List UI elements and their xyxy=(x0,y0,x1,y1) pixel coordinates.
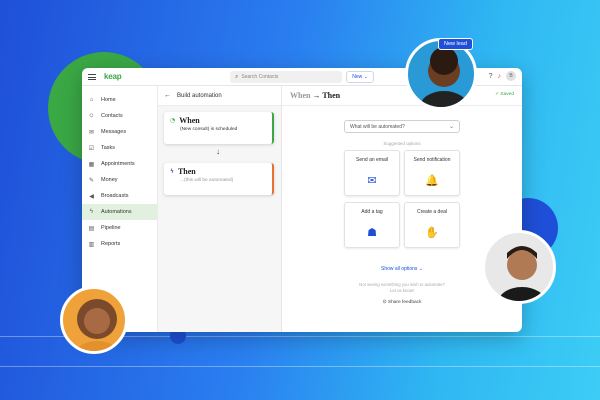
not-seeing-text: Not seeing something you wish to automat… xyxy=(344,282,460,294)
top-icons: ? ♪ B xyxy=(489,71,516,81)
option-label: Send notification xyxy=(413,157,451,163)
search-placeholder: Search Contacts xyxy=(241,74,279,80)
sidebar-item-contacts[interactable]: ☺ Contacts xyxy=(82,108,157,124)
option-add-tag[interactable]: Add a tag ☗ xyxy=(344,202,400,248)
option-send-notification[interactable]: Send notification 🔔 xyxy=(404,150,460,196)
main-header: When → Then ✓ Saved xyxy=(282,86,522,106)
sidebar-item-label: Money xyxy=(101,177,118,183)
background-line-bottom xyxy=(0,366,600,367)
sidebar-item-pipeline[interactable]: ▤ Pipeline xyxy=(82,220,157,236)
when-step-card[interactable]: ◔ When (New consult) is scheduled xyxy=(164,112,274,144)
automation-icon: ϟ xyxy=(89,209,94,215)
sidebar-item-money[interactable]: ✎ Money xyxy=(82,172,157,188)
search-input[interactable]: ⌕ Search Contacts xyxy=(230,71,342,83)
money-icon: ✎ xyxy=(88,177,95,184)
search-icon: ⌕ xyxy=(235,73,239,80)
notification-icon[interactable]: ♪ xyxy=(498,73,502,80)
option-create-deal[interactable]: Create a deal ✋ xyxy=(404,202,460,248)
new-lead-badge: New lead xyxy=(438,38,473,50)
contacts-icon: ☺ xyxy=(88,113,95,119)
main-title-when: When xyxy=(290,91,311,100)
clock-icon: ◔ xyxy=(170,117,176,124)
pipeline-icon: ▤ xyxy=(88,225,95,232)
app-window: keap ⌕ Search Contacts New ⌄ ? ♪ B ⌂ Home… xyxy=(82,68,522,332)
share-feedback-link[interactable]: ⊙ Share feedback xyxy=(344,300,460,305)
new-button[interactable]: New ⌄ xyxy=(346,71,374,83)
sidebar-item-reports[interactable]: ▥ Reports xyxy=(82,236,157,252)
chevron-down-icon: ⌄ xyxy=(448,124,454,130)
not-seeing-line2: Let us know! xyxy=(389,288,415,293)
sidebar-item-label: Appointments xyxy=(101,161,135,167)
build-title: Build automation xyxy=(177,92,222,99)
email-icon: ✉ xyxy=(367,175,377,187)
user-avatar[interactable]: B xyxy=(506,71,516,81)
automation-select[interactable]: What will be automated? ⌄ xyxy=(344,120,460,133)
option-label: Create a deal xyxy=(416,209,448,215)
main-title-arrow: → xyxy=(312,91,321,100)
sidebar-item-label: Home xyxy=(101,97,116,103)
option-label: Send an email xyxy=(356,157,388,163)
saved-label: Saved xyxy=(500,92,514,97)
main-title: When → Then xyxy=(290,91,340,100)
handshake-icon: ✋ xyxy=(425,227,439,239)
sidebar-item-label: Automations xyxy=(101,209,132,215)
option-label: Add a tag xyxy=(361,209,383,215)
then-subtitle: ...(this will be automated) xyxy=(180,178,234,183)
sidebar-item-label: Contacts xyxy=(101,113,123,119)
feedback-label: Share feedback xyxy=(387,300,422,305)
main-panel: When → Then ✓ Saved What will be automat… xyxy=(282,86,522,332)
saved-status: ✓ Saved xyxy=(495,92,514,97)
then-step-card[interactable]: ϟ Then ...(this will be automated) xyxy=(164,163,274,195)
when-subtitle: (New consult) is scheduled xyxy=(180,127,238,132)
sidebar-item-label: Tasks xyxy=(101,145,116,151)
messages-icon: ✉ xyxy=(88,129,95,136)
man-avatar-photo xyxy=(482,230,556,304)
sidebar-item-broadcasts[interactable]: ◀ Broadcasts xyxy=(82,188,157,204)
reports-icon: ▥ xyxy=(88,241,95,248)
woman-avatar-photo xyxy=(60,286,128,354)
option-send-email[interactable]: Send an email ✉ xyxy=(344,150,400,196)
arrow-down-icon: ↓ xyxy=(216,147,220,156)
tag-icon: ☗ xyxy=(367,227,377,239)
sidebar-item-label: Messages xyxy=(101,129,127,135)
sidebar-item-label: Pipeline xyxy=(101,225,121,231)
sidebar-item-appointments[interactable]: ▦ Appointments xyxy=(82,156,157,172)
sidebar-item-automations[interactable]: ϟ Automations xyxy=(82,204,157,220)
bell-icon: 🔔 xyxy=(425,175,439,187)
automation-select-placeholder: What will be automated? xyxy=(350,123,405,130)
calendar-icon: ▦ xyxy=(88,161,95,168)
lightning-icon: ϟ xyxy=(170,168,174,175)
main-title-then: Then xyxy=(322,91,341,100)
build-panel: ← Build automation ◔ When (New consult) i… xyxy=(158,86,282,332)
sidebar-item-label: Broadcasts xyxy=(101,193,129,199)
back-arrow-icon[interactable]: ← xyxy=(164,92,171,99)
build-header: ← Build automation xyxy=(158,86,281,106)
suggested-label: Suggested options xyxy=(383,141,421,146)
then-title: Then xyxy=(177,167,196,176)
home-icon: ⌂ xyxy=(89,97,94,103)
app-logo[interactable]: keap xyxy=(104,72,122,81)
broadcast-icon: ◀ xyxy=(89,193,94,200)
help-icon[interactable]: ? xyxy=(489,73,493,80)
when-title: When xyxy=(179,116,200,125)
sidebar-item-tasks[interactable]: ☑ Tasks xyxy=(82,140,157,156)
show-all-options-link[interactable]: Show all options ⌄ xyxy=(344,266,460,272)
sidebar-item-label: Reports xyxy=(101,241,121,247)
menu-icon[interactable] xyxy=(88,73,96,80)
tasks-icon: ☑ xyxy=(88,145,95,152)
sidebar-item-messages[interactable]: ✉ Messages xyxy=(82,124,157,140)
sidebar-item-home[interactable]: ⌂ Home xyxy=(82,92,157,108)
